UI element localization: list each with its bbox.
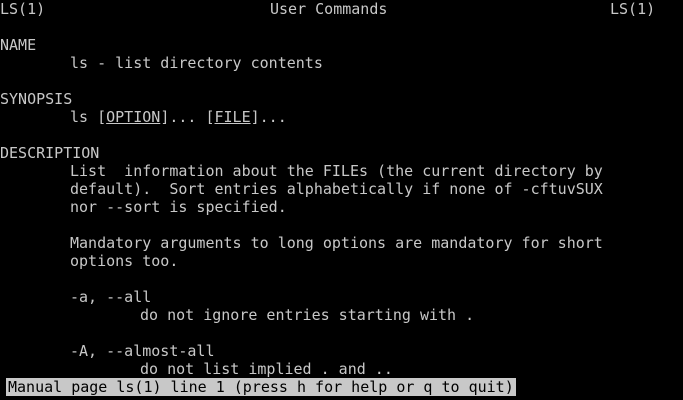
description-para1-line1: List information about the FILEs (the cu… xyxy=(70,162,603,180)
synopsis-line: ls [OPTION]... [FILE]... xyxy=(70,108,287,126)
pager-status-bar: Manual page ls(1) line 1 (press h for he… xyxy=(6,378,516,396)
synopsis-file: FILE xyxy=(214,108,251,126)
description-para2-line2: options too. xyxy=(70,252,179,270)
description-para2-line1: Mandatory arguments to long options are … xyxy=(70,234,603,252)
header-left: LS(1) xyxy=(0,0,46,18)
header-title: User Commands xyxy=(270,0,388,18)
terminal-window[interactable]: LS(1) User Commands LS(1) NAME ls - list… xyxy=(0,0,683,400)
synopsis-heading: SYNOPSIS xyxy=(0,90,73,108)
option-a-description: do not ignore entries starting with . xyxy=(140,306,475,324)
description-para1-line3: nor --sort is specified. xyxy=(70,198,287,216)
name-heading: NAME xyxy=(0,36,37,54)
name-text: ls - list directory contents xyxy=(70,54,323,72)
option-a-flag: -a, --all xyxy=(70,288,152,306)
terminal-bottom-edge xyxy=(0,396,683,400)
option-A-description: do not list implied . and .. xyxy=(140,360,393,378)
synopsis-option-suffix: ]... xyxy=(160,108,197,126)
synopsis-command: ls xyxy=(70,108,89,126)
description-para1-line2: default). Sort entries alphabetically if… xyxy=(70,180,603,198)
synopsis-option: OPTION xyxy=(106,108,161,126)
synopsis-file-suffix: ]... xyxy=(250,108,287,126)
option-A-flag: -A, --almost-all xyxy=(70,342,215,360)
description-heading: DESCRIPTION xyxy=(0,144,100,162)
header-right: LS(1) xyxy=(610,0,656,18)
